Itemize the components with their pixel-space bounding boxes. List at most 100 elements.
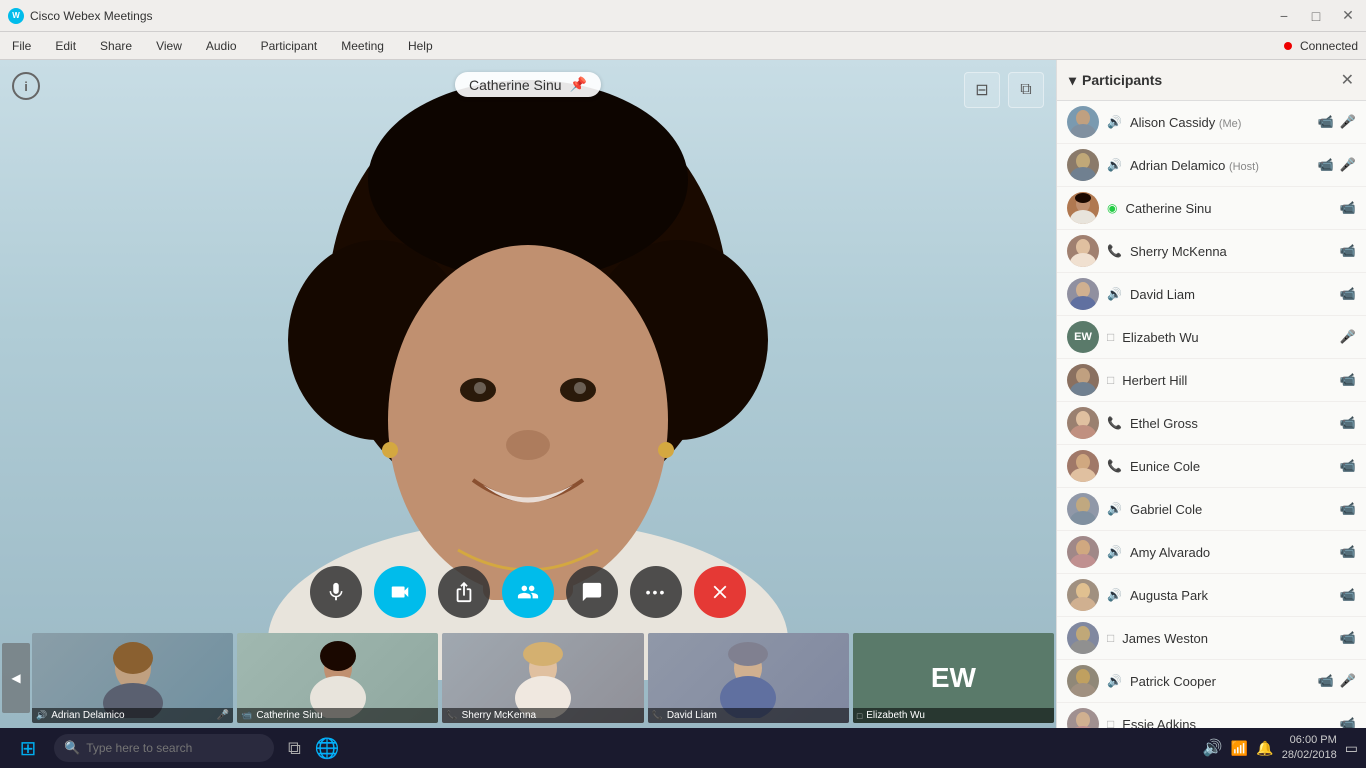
participant-sherry[interactable]: 📞 Sherry McKenna 📹 xyxy=(1057,230,1366,273)
avatar-james xyxy=(1067,622,1099,654)
title-bar-left: W Cisco Webex Meetings xyxy=(8,8,153,24)
participant-david[interactable]: 🔊 David Liam 📹 xyxy=(1057,273,1366,316)
thumbnail-label-adrian: 🔊 Adrian Delamico 🎤 xyxy=(32,708,233,723)
edge-icon[interactable]: 🌐 xyxy=(315,736,340,761)
menu-share[interactable]: Share xyxy=(96,37,136,55)
participant-ethel[interactable]: 📞 Ethel Gross 📹 xyxy=(1057,402,1366,445)
menu-meeting[interactable]: Meeting xyxy=(337,37,388,55)
layout-button[interactable]: ⊟ xyxy=(964,72,1000,108)
participant-gabriel[interactable]: 🔊 Gabriel Cole 📹 xyxy=(1057,488,1366,531)
participant-elizabeth[interactable]: EW □ Elizabeth Wu 🎤 xyxy=(1057,316,1366,359)
video-area: i Catherine Sinu 📌 ⊟ ⧉ xyxy=(0,60,1056,728)
participant-essie[interactable]: □ Essie Adkins 📹 xyxy=(1057,703,1366,728)
app-title: Cisco Webex Meetings xyxy=(30,9,153,23)
avatar-elizabeth: EW xyxy=(1067,321,1099,353)
taskbar-search[interactable]: 🔍 xyxy=(54,734,274,762)
name-elizabeth: Elizabeth Wu xyxy=(1122,330,1332,345)
menu-participant[interactable]: Participant xyxy=(257,37,322,55)
video-button[interactable] xyxy=(374,566,426,618)
avatar-eunice xyxy=(1067,450,1099,482)
video-icon-augusta: 📹 xyxy=(1340,587,1356,603)
video-icon-alison: 📹 xyxy=(1318,114,1334,130)
start-button[interactable]: ⊞ xyxy=(8,728,48,768)
app-logo: W xyxy=(8,8,24,24)
show-desktop-button[interactable]: ▭ xyxy=(1345,740,1358,757)
name-sherry: Sherry McKenna xyxy=(1130,244,1332,259)
notification-icon[interactable]: 🔔 xyxy=(1256,740,1273,757)
info-button[interactable]: i xyxy=(12,72,40,100)
menu-view[interactable]: View xyxy=(152,37,186,55)
more-button[interactable]: ••• xyxy=(630,566,682,618)
participant-patrick[interactable]: 🔊 Patrick Cooper 📹 🎤 xyxy=(1057,660,1366,703)
thumbnail-elizabeth[interactable]: EW □ Elizabeth Wu xyxy=(853,633,1054,723)
icons-augusta: 📹 xyxy=(1340,587,1356,603)
thumbnail-david[interactable]: 📞 David Liam xyxy=(648,633,849,723)
speaker-name: Catherine Sinu xyxy=(469,77,562,93)
panel-header: ▾ Participants ✕ xyxy=(1057,60,1366,101)
mute-button[interactable] xyxy=(310,566,362,618)
name-adrian: Adrian Delamico (Host) xyxy=(1130,158,1310,173)
participant-amy[interactable]: 🔊 Amy Alvarado 📹 xyxy=(1057,531,1366,574)
close-button[interactable]: ✕ xyxy=(1338,6,1358,26)
search-input[interactable] xyxy=(86,741,264,755)
video-icon-david: 📹 xyxy=(1340,286,1356,302)
video-icon-eunice: 📹 xyxy=(1340,458,1356,474)
icons-elizabeth: 🎤 xyxy=(1340,329,1356,345)
minimize-button[interactable]: − xyxy=(1274,6,1294,26)
avatar-ethel xyxy=(1067,407,1099,439)
menu-audio[interactable]: Audio xyxy=(202,37,241,55)
thumbnail-adrian[interactable]: 🔊 Adrian Delamico 🎤 xyxy=(32,633,233,723)
participant-alison[interactable]: 🔊 Alison Cassidy (Me) 📹 🎤 xyxy=(1057,101,1366,144)
maximize-button[interactable]: □ xyxy=(1306,6,1326,26)
menu-file[interactable]: File xyxy=(8,37,35,55)
thumb-prev-button[interactable]: ◀ xyxy=(2,643,30,713)
share-button[interactable] xyxy=(438,566,490,618)
sound-icon[interactable]: 🔊 xyxy=(1203,738,1223,758)
avatar-adrian xyxy=(1067,149,1099,181)
video-icon-amy: 📹 xyxy=(1340,544,1356,560)
participants-button[interactable] xyxy=(502,566,554,618)
thumbnail-label-catherine: 📹 Catherine Sinu xyxy=(237,708,438,723)
name-ethel: Ethel Gross xyxy=(1130,416,1332,431)
video-icon-sherry: 📹 xyxy=(1340,243,1356,259)
title-bar: W Cisco Webex Meetings − □ ✕ xyxy=(0,0,1366,32)
name-essie: Essie Adkins xyxy=(1122,717,1332,729)
video-top-controls: ⊟ ⧉ xyxy=(964,72,1044,108)
controls-bar: ••• xyxy=(310,566,746,618)
panel-close-button[interactable]: ✕ xyxy=(1341,70,1354,90)
thumbnail-catherine[interactable]: 📹 Catherine Sinu xyxy=(237,633,438,723)
main-container: i Catherine Sinu 📌 ⊟ ⧉ xyxy=(0,60,1366,728)
icons-james: 📹 xyxy=(1340,630,1356,646)
fullscreen-button[interactable]: ⧉ xyxy=(1008,72,1044,108)
avatar-essie xyxy=(1067,708,1099,728)
video-icon-ethel: 📹 xyxy=(1340,415,1356,431)
participant-eunice[interactable]: 📞 Eunice Cole 📹 xyxy=(1057,445,1366,488)
participant-herbert[interactable]: □ Herbert Hill 📹 xyxy=(1057,359,1366,402)
participant-james[interactable]: □ James Weston 📹 xyxy=(1057,617,1366,660)
icons-essie: 📹 xyxy=(1340,716,1356,728)
avatar-amy xyxy=(1067,536,1099,568)
taskview-button[interactable]: ⧉ xyxy=(288,738,301,759)
name-gabriel: Gabriel Cole xyxy=(1130,502,1332,517)
video-icon-james: 📹 xyxy=(1340,630,1356,646)
icons-sherry: 📹 xyxy=(1340,243,1356,259)
avatar-augusta xyxy=(1067,579,1099,611)
thumbnail-sherry[interactable]: 📞 Sherry McKenna xyxy=(442,633,643,723)
wifi-icon[interactable]: 📶 xyxy=(1231,740,1248,757)
connection-indicator xyxy=(1284,42,1292,50)
thumbnail-label-sherry: 📞 Sherry McKenna xyxy=(442,708,643,723)
end-call-button[interactable] xyxy=(694,566,746,618)
menu-help[interactable]: Help xyxy=(404,37,437,55)
speaker-name-badge: Catherine Sinu 📌 xyxy=(455,72,601,97)
mic-icon-alison: 🎤 xyxy=(1340,114,1356,130)
icons-alison: 📹 🎤 xyxy=(1318,114,1356,130)
name-augusta: Augusta Park xyxy=(1130,588,1332,603)
chat-button[interactable] xyxy=(566,566,618,618)
mic-icon-elizabeth: 🎤 xyxy=(1340,329,1356,345)
participant-augusta[interactable]: 🔊 Augusta Park 📹 xyxy=(1057,574,1366,617)
avatar-catherine xyxy=(1067,192,1099,224)
menu-edit[interactable]: Edit xyxy=(51,37,80,55)
participant-adrian[interactable]: 🔊 Adrian Delamico (Host) 📹 🎤 xyxy=(1057,144,1366,187)
participant-catherine[interactable]: ◉ Catherine Sinu 📹 xyxy=(1057,187,1366,230)
pin-icon[interactable]: 📌 xyxy=(570,76,587,93)
